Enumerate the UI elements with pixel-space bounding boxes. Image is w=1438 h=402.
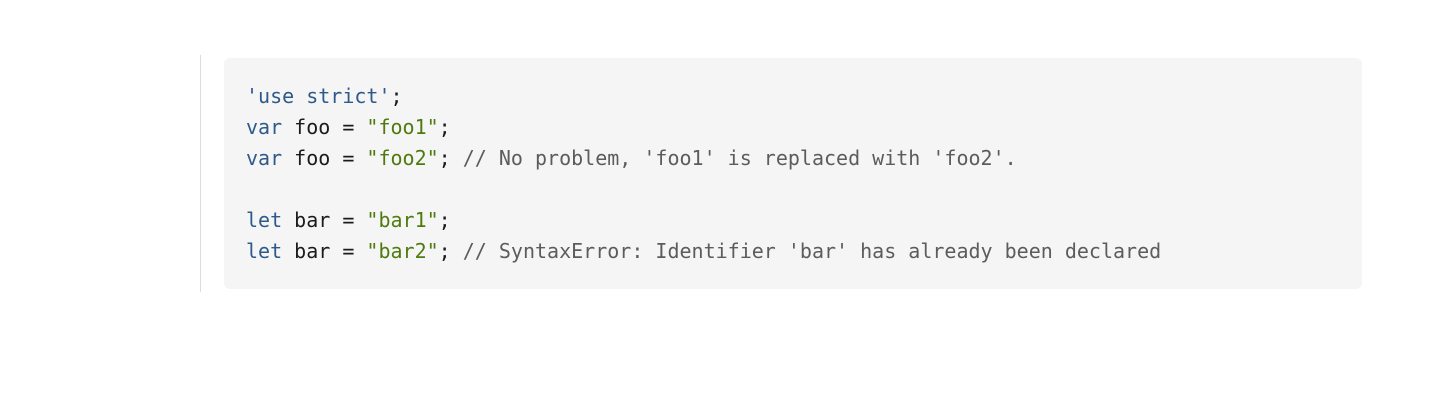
code-token: let bbox=[246, 239, 283, 263]
code-token: bar = bbox=[282, 208, 367, 232]
code-token: var bbox=[246, 115, 283, 139]
code-token: ; bbox=[438, 146, 463, 170]
code-token: ; bbox=[438, 115, 451, 139]
code-line: var foo = "foo2"; // No problem, 'foo1' … bbox=[246, 143, 1362, 174]
code-line: let bar = "bar2"; // SyntaxError: Identi… bbox=[246, 236, 1362, 267]
code-token: ; bbox=[438, 239, 463, 263]
code-token: ; bbox=[390, 84, 403, 108]
code-token: 'use strict' bbox=[246, 84, 391, 108]
code-token: "foo1" bbox=[366, 115, 439, 139]
code-line: 'use strict'; bbox=[246, 81, 1362, 112]
code-token: ; bbox=[438, 208, 451, 232]
code-line: var foo = "foo1"; bbox=[246, 112, 1362, 143]
code-token: let bbox=[246, 208, 283, 232]
blockquote-rule bbox=[200, 55, 201, 292]
code-token: foo = bbox=[282, 115, 367, 139]
code-token: "bar1" bbox=[366, 208, 439, 232]
code-token: foo = bbox=[282, 146, 367, 170]
code-listing: 'use strict'; var foo = "foo1"; var foo = … bbox=[246, 81, 1362, 267]
code-comment: // No problem, 'foo1' is replaced with '… bbox=[462, 146, 1017, 170]
code-token: bar = bbox=[282, 239, 367, 263]
code-token: "foo2" bbox=[366, 146, 439, 170]
code-block: 'use strict'; var foo = "foo1"; var foo = … bbox=[224, 58, 1362, 289]
code-comment: // SyntaxError: Identifier 'bar' has alr… bbox=[462, 239, 1162, 263]
code-token: var bbox=[246, 146, 283, 170]
code-token: "bar2" bbox=[366, 239, 439, 263]
code-line: let bar = "bar1"; bbox=[246, 205, 1362, 236]
